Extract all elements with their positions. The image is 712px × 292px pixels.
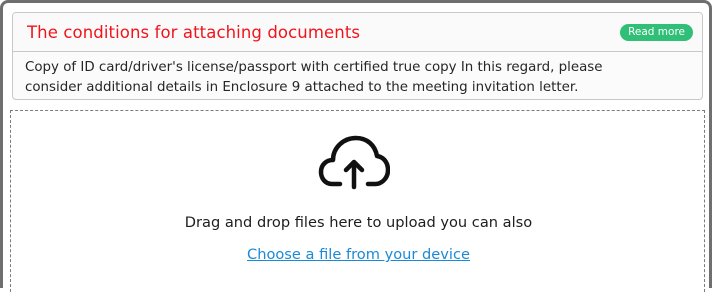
conditions-description: Copy of ID card/driver's license/passpor…	[13, 52, 702, 98]
conditions-description-line: Copy of ID card/driver's license/passpor…	[25, 60, 603, 75]
conditions-header: The conditions for attaching documents R…	[13, 13, 702, 52]
choose-file-link[interactable]: Choose a file from your device	[247, 246, 470, 263]
conditions-title: The conditions for attaching documents	[27, 22, 361, 42]
read-more-button[interactable]: Read more	[620, 23, 693, 41]
attachment-conditions-box: The conditions for attaching documents R…	[12, 12, 703, 100]
drag-drop-instructions: Drag and drop files here to upload you c…	[184, 214, 533, 231]
conditions-description-line: consider additional details in Enclosure…	[25, 80, 579, 95]
cloud-upload-icon	[318, 135, 390, 190]
choose-file-link-row: Choose a file from your device	[11, 246, 706, 263]
file-dropzone[interactable]: Drag and drop files here to upload you c…	[10, 110, 705, 292]
